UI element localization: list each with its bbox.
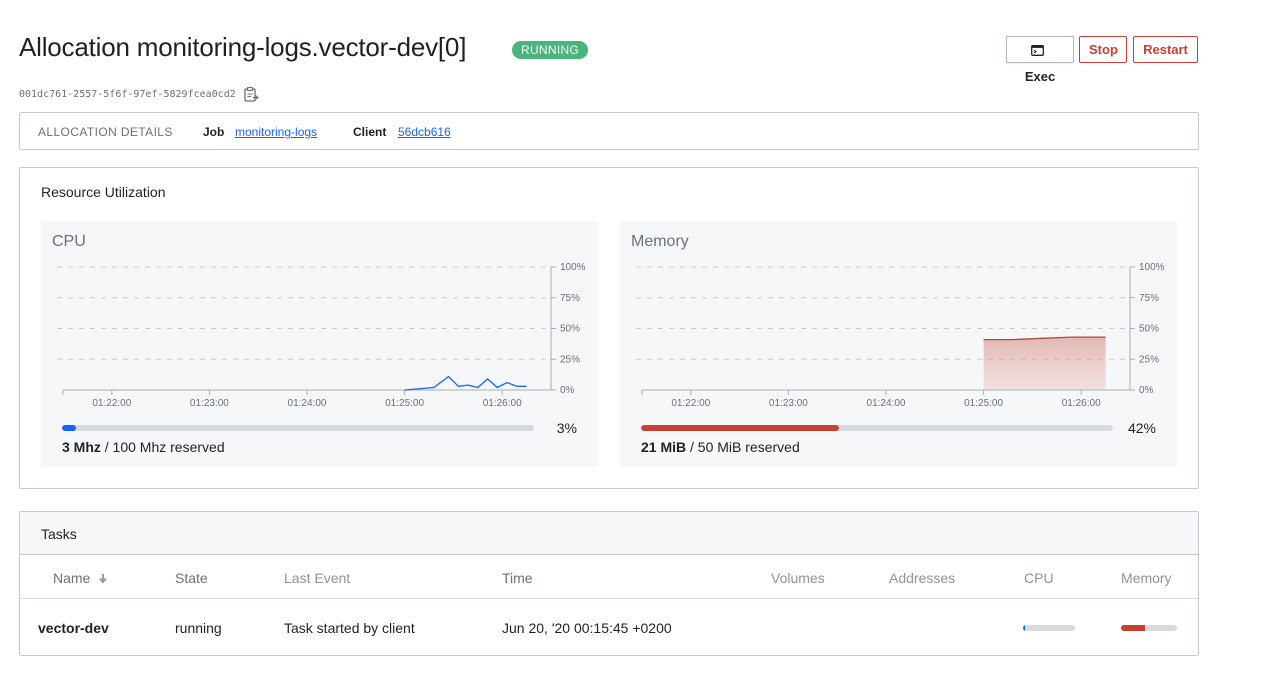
cpu-chart-panel: CPU 100% 75% 50% 25% 0% 01:22:00 01:23:00 01:24…	[41, 221, 598, 467]
memory-usage-fill	[641, 425, 840, 431]
cpu-usage-percent: 3%	[556, 420, 577, 436]
column-memory: Memory	[1121, 570, 1172, 586]
memory-chart-x-tick-label: 01:23:00	[769, 398, 808, 409]
arrow-down-icon	[99, 574, 107, 584]
tasks-title: Tasks	[41, 526, 77, 542]
cpu-chart-y-tick-label: 75%	[560, 293, 580, 304]
column-cpu: CPU	[1024, 570, 1054, 586]
resource-utilization-panel: Resource Utilization CPU 100% 75% 50% 25% 0%…	[19, 167, 1199, 489]
cpu-chart-x-tick-label: 01:22:00	[92, 398, 131, 409]
cpu-chart-y-tick-label: 25%	[560, 354, 580, 365]
allocation-details-bar: ALLOCATION DETAILS Job monitoring-logs C…	[19, 112, 1199, 150]
memory-chart-y-tick-label: 75%	[1139, 293, 1159, 304]
tasks-header: Tasks	[20, 512, 1198, 555]
task-name[interactable]: vector-dev	[38, 620, 109, 636]
cpu-chart-y-tick-label: 100%	[560, 262, 586, 273]
cpu-usage-track	[62, 425, 534, 431]
task-time: Jun 20, '20 00:15:45 +0200	[502, 620, 672, 636]
column-addresses: Addresses	[889, 570, 956, 586]
cpu-chart-x-tick-label: 01:24:00	[288, 398, 327, 409]
allocation-details-heading: ALLOCATION DETAILS	[38, 125, 173, 139]
cpu-used: 3 Mhz	[62, 439, 101, 455]
column-name[interactable]: Name	[53, 570, 108, 586]
memory-chart-y-tick-label: 100%	[1139, 262, 1165, 273]
cpu-chart-y-tick-label: 50%	[560, 324, 580, 335]
table-divider	[20, 598, 1198, 599]
memory-chart-y-tick-label: 25%	[1139, 354, 1159, 365]
cpu-chart-x-tick-label: 01:23:00	[190, 398, 229, 409]
task-memory-fill	[1121, 625, 1145, 631]
page-title: Allocation monitoring-logs.vector-dev[0]	[19, 32, 467, 62]
cpu-reserved: / 100 Mhz reserved	[104, 439, 225, 455]
memory-chart-y-tick-label: 0%	[1139, 385, 1154, 396]
memory-chart-x-tick-label: 01:26:00	[1062, 398, 1101, 409]
exec-button[interactable]: Exec	[1006, 36, 1074, 84]
column-name-label: Name	[53, 570, 91, 586]
memory-chart-area	[983, 337, 1106, 390]
task-cpu-fill	[1023, 625, 1025, 631]
restart-button[interactable]: Restart	[1133, 36, 1198, 63]
cpu-chart-line	[404, 375, 527, 391]
job-label: Job	[203, 125, 225, 139]
cpu-chart: 100% 75% 50% 25% 0% 01:22:00 01:23:00 01:24:00 0…	[57, 262, 586, 409]
column-state[interactable]: State	[175, 570, 208, 586]
memory-chart: 100% 75% 50% 25% 0% 01:22:00 01:23:00 01:24:00 0…	[636, 262, 1165, 409]
column-last-event: Last Event	[284, 570, 351, 586]
cpu-usage-text: 3 Mhz / 100 Mhz reserved	[62, 439, 225, 455]
client-label: Client	[353, 125, 387, 139]
memory-chart-x-tick-label: 01:24:00	[867, 398, 906, 409]
exec-button-label: Exec	[1024, 69, 1056, 84]
memory-chart-panel: Memory 100% 75% 50% 25% 0% 01:22:00 01:23:00 01…	[620, 221, 1177, 467]
memory-usage-percent: 42%	[1127, 420, 1156, 436]
resource-utilization-title: Resource Utilization	[41, 184, 166, 200]
task-memory-bar	[1121, 625, 1177, 631]
memory-chart-x-tick-label: 01:22:00	[671, 398, 710, 409]
task-last-event: Task started by client	[284, 620, 415, 636]
task-state: running	[175, 620, 222, 636]
memory-usage-text: 21 MiB / 50 MiB reserved	[641, 439, 800, 455]
memory-reserved: / 50 MiB reserved	[690, 439, 800, 455]
clipboard-copy-icon[interactable]	[243, 86, 259, 103]
column-time[interactable]: Time	[502, 570, 533, 586]
memory-usage-track	[641, 425, 1113, 431]
memory-used: 21 MiB	[641, 439, 687, 455]
cpu-usage-fill	[62, 425, 77, 431]
stop-button[interactable]: Stop	[1079, 36, 1127, 63]
cpu-chart-x-tick-label: 01:26:00	[483, 398, 522, 409]
terminal-icon	[1031, 39, 1044, 64]
job-link[interactable]: monitoring-logs	[235, 125, 317, 139]
column-volumes: Volumes	[771, 570, 825, 586]
client-link[interactable]: 56dcb616	[398, 125, 451, 139]
allocation-id: 001dc761-2557-5f6f-97ef-5829fcea0cd2	[19, 89, 236, 100]
memory-chart-y-tick-label: 50%	[1139, 324, 1159, 335]
cpu-chart-x-tick-label: 01:25:00	[385, 398, 424, 409]
memory-chart-x-tick-label: 01:25:00	[964, 398, 1003, 409]
task-cpu-bar	[1023, 625, 1075, 631]
tasks-panel: Tasks Name State Last Event Time Volumes…	[19, 511, 1199, 656]
page-header: Allocation monitoring-logs.vector-dev[0]…	[19, 30, 1199, 84]
cpu-chart-y-tick-label: 0%	[560, 385, 575, 396]
status-badge: RUNNING	[512, 41, 589, 59]
